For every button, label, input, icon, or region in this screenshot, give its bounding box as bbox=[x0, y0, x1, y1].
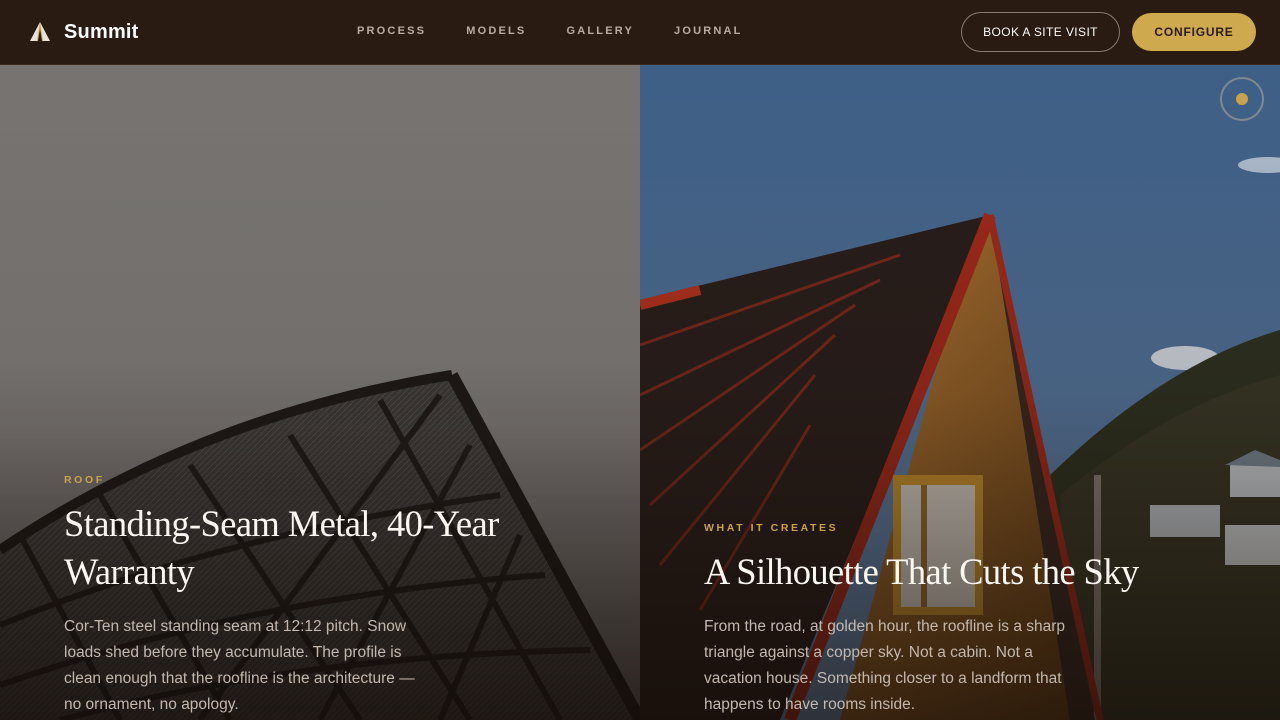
mountain-tent-icon bbox=[30, 22, 50, 41]
panel-body: From the road, at golden hour, the roofl… bbox=[704, 618, 1066, 713]
slide-indicator[interactable] bbox=[1220, 77, 1264, 121]
brand-name: Summit bbox=[64, 20, 139, 43]
nav-link-process[interactable]: PROCESS bbox=[357, 25, 426, 37]
panel-body: Cor-Ten steel standing seam at 12:12 pit… bbox=[64, 618, 415, 713]
active-dot-icon bbox=[1236, 93, 1248, 105]
brand[interactable]: Summit bbox=[28, 20, 139, 44]
nav-link-gallery[interactable]: GALLERY bbox=[566, 25, 634, 37]
eyebrow-label: ROOF bbox=[64, 474, 105, 486]
nav-link-models[interactable]: MODELS bbox=[466, 25, 526, 37]
book-site-visit-button[interactable]: BOOK A SITE VISIT bbox=[961, 12, 1120, 52]
feature-panel-roof: ROOF Standing-Seam Metal, 40-Year Warran… bbox=[0, 65, 640, 720]
primary-nav: PROCESS MODELS GALLERY JOURNAL bbox=[357, 25, 743, 37]
panel-headline: A Silhouette That Cuts the Sky bbox=[704, 551, 1139, 592]
top-nav: Summit PROCESS MODELS GALLERY JOURNAL BO… bbox=[0, 0, 1280, 65]
roof-copy: ROOF Standing-Seam Metal, 40-Year Warran… bbox=[64, 474, 534, 718]
feature-panel-silhouette: WHAT IT CREATES A Silhouette That Cuts t… bbox=[640, 65, 1280, 720]
eyebrow-label: WHAT IT CREATES bbox=[704, 522, 839, 534]
panel-headline: Standing-Seam Metal, 40-Year Warranty bbox=[64, 503, 499, 592]
silhouette-copy: WHAT IT CREATES A Silhouette That Cuts t… bbox=[704, 522, 1224, 718]
nav-link-journal[interactable]: JOURNAL bbox=[674, 25, 743, 37]
configure-button[interactable]: CONFIGURE bbox=[1132, 13, 1256, 51]
